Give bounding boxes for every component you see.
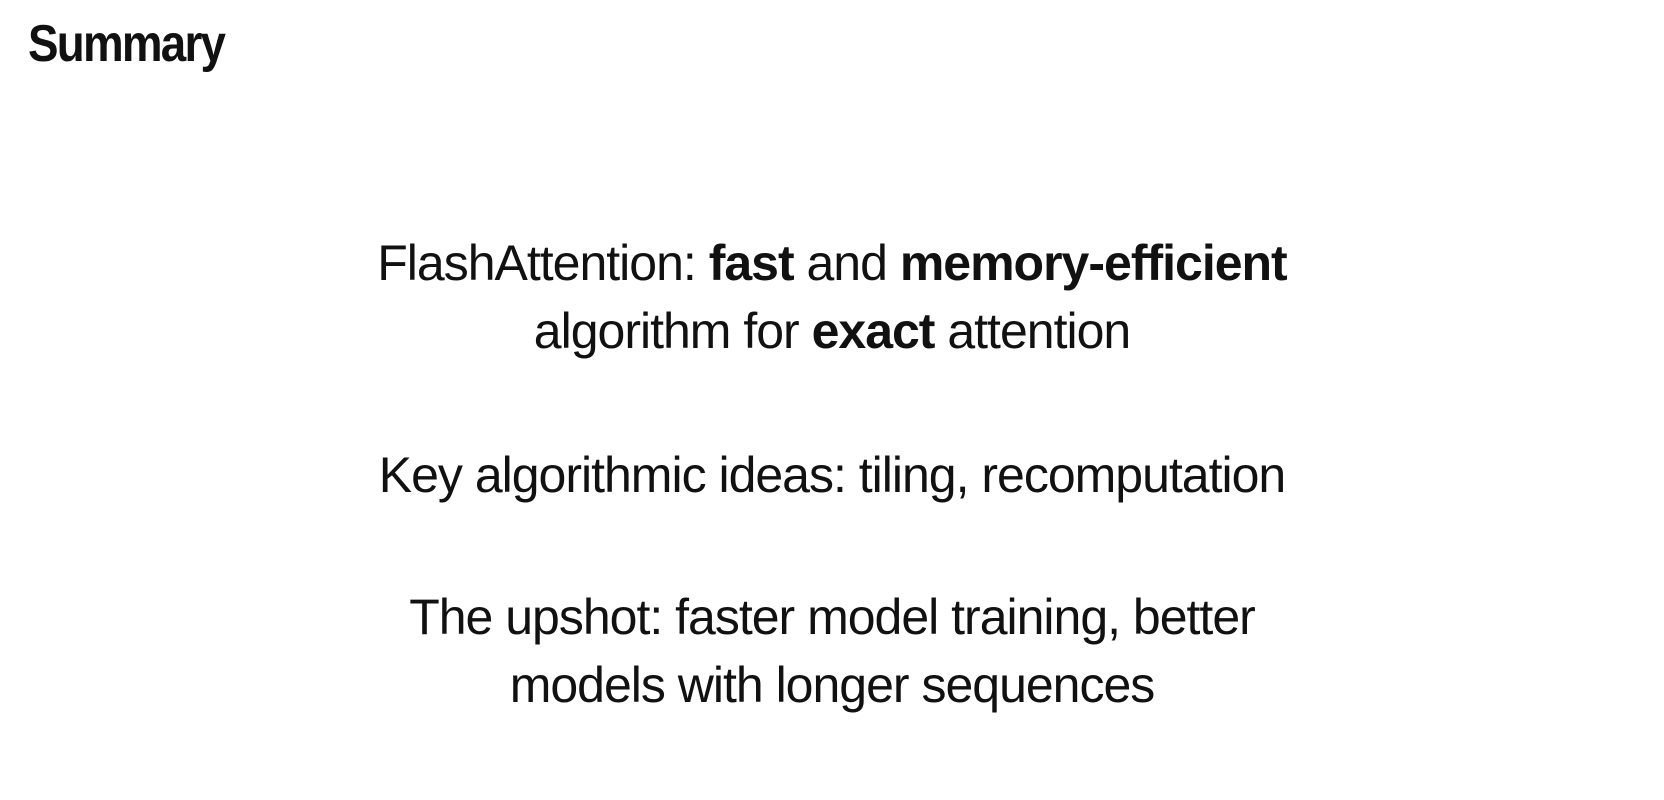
summary-point-3-line-1: The upshot: faster model training, bette… — [409, 589, 1256, 645]
text: algorithm for — [533, 303, 812, 359]
summary-point-2: Key algorithmic ideas: tiling, recomputa… — [378, 447, 1286, 503]
slide-title: Summary — [28, 15, 226, 73]
text: FlashAttention: — [377, 235, 709, 291]
emphasis-memory-efficient: memory-efficient — [899, 235, 1288, 291]
text: and — [793, 235, 900, 291]
summary-point-3-line-2: models with longer sequences — [509, 657, 1156, 713]
summary-point-1-line-2: algorithm for exact attention — [0, 296, 1664, 366]
emphasis-exact: exact — [811, 303, 936, 359]
text: attention — [934, 303, 1131, 359]
emphasis-fast: fast — [708, 235, 795, 291]
summary-point-1-line-1: FlashAttention: fast and memory-efficien… — [0, 228, 1664, 298]
